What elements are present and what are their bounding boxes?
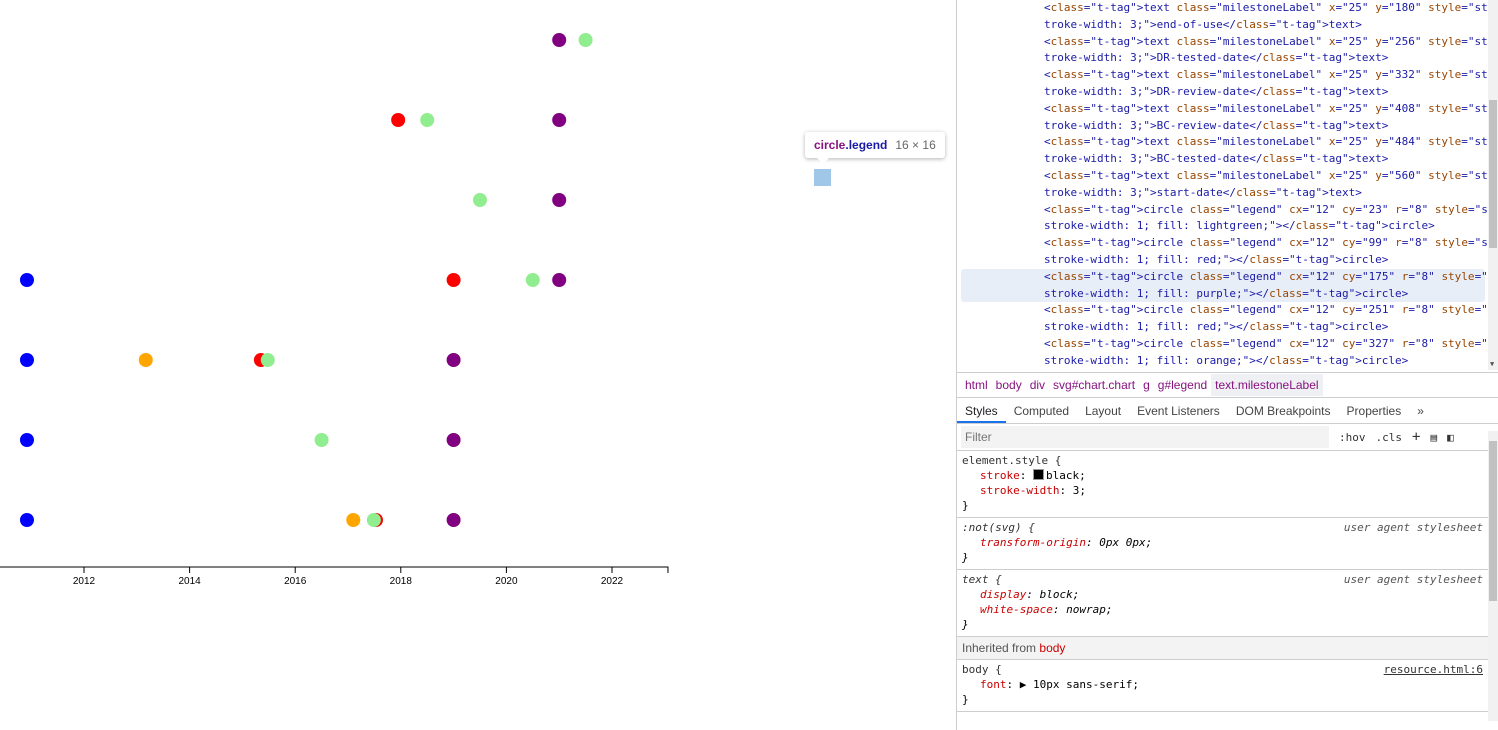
milestone-dot-blue[interactable] [19, 513, 34, 527]
styles-tabs: Styles Computed Layout Event Listeners DOM B… [957, 397, 1498, 424]
milestone-dot-lightgreen[interactable] [473, 193, 487, 207]
milestone-dot-red[interactable] [391, 113, 406, 127]
source-link[interactable]: resource.html:6 [1384, 662, 1483, 677]
milestone-dot-lightgreen[interactable] [420, 113, 435, 127]
x-axis: 2012 2014 2016 2018 2020 2022 [0, 566, 669, 587]
tooltip-size: 16 × 16 [895, 138, 936, 152]
css-rule: text {user agent stylesheet display: bloc… [957, 570, 1489, 637]
x-tick-label: 2014 [178, 576, 201, 587]
dom-node[interactable]: <class="t-tag">text class="milestoneLabe… [957, 168, 1489, 202]
new-rule-button[interactable]: + [1412, 429, 1420, 445]
css-property[interactable]: display: block; [962, 587, 1484, 602]
breadcrumb-item[interactable]: body [992, 374, 1026, 396]
inherited-header: Inherited from body [957, 637, 1489, 660]
milestone-dot-purple[interactable] [552, 113, 567, 127]
dom-node[interactable]: <class="t-tag">text class="milestoneLabe… [957, 101, 1489, 135]
elements-tree: <class="t-tag">text class="milestoneLabe… [957, 0, 1489, 370]
color-swatch-icon[interactable] [1033, 469, 1044, 480]
breadcrumb-item[interactable]: g#legend [1154, 374, 1211, 396]
rule-source: user agent stylesheet [1343, 573, 1483, 586]
chart-dots [19, 33, 593, 527]
milestone-dot-purple[interactable] [552, 193, 567, 207]
x-tick-label: 2012 [73, 576, 96, 587]
breadcrumb-item[interactable]: text.milestoneLabel [1211, 374, 1323, 396]
elements-scrollbar[interactable]: ▼ [1488, 0, 1498, 370]
breadcrumb-item[interactable]: html [961, 374, 992, 396]
computed-styles-icon[interactable]: ▤ [1430, 431, 1437, 444]
milestone-dot-purple[interactable] [446, 353, 461, 367]
hov-button[interactable]: :hov [1339, 431, 1366, 444]
body-rule: body { resource.html:6 font: ▶ 10px sans… [957, 660, 1489, 712]
page-viewport: 2012 2014 2016 2018 2020 2022 circle.legend 16… [0, 0, 956, 730]
breadcrumb-item[interactable]: div [1026, 374, 1049, 396]
breadcrumb-item[interactable]: g [1139, 374, 1154, 396]
dom-node[interactable]: <class="t-tag">circle class="legend" cx=… [957, 302, 1489, 336]
tab-computed[interactable]: Computed [1006, 398, 1077, 423]
tooltip-class: .legend [845, 138, 888, 152]
inspect-tooltip: circle.legend 16 × 16 [805, 132, 945, 164]
cls-button[interactable]: .cls [1376, 431, 1403, 444]
dom-node[interactable]: <class="t-tag">circle class="legend" cx=… [957, 336, 1489, 370]
styles-filter-input[interactable] [961, 426, 1329, 448]
x-tick-label: 2020 [495, 576, 518, 587]
devtools-panel: <class="t-tag">text class="milestoneLabe… [956, 0, 1498, 730]
dom-node[interactable]: <class="t-tag">text class="milestoneLabe… [957, 34, 1489, 68]
breadcrumb-item[interactable]: svg#chart.chart [1049, 374, 1139, 396]
tab-layout[interactable]: Layout [1077, 398, 1129, 423]
milestone-dot-purple[interactable] [446, 513, 461, 527]
milestone-dot-lightgreen[interactable] [578, 33, 593, 47]
milestone-dot-purple[interactable] [446, 433, 461, 447]
dom-node[interactable]: <class="t-tag">circle class="legend" cx=… [957, 235, 1489, 269]
tab-dom-breakpoints[interactable]: DOM Breakpoints [1228, 398, 1339, 423]
x-tick-label: 2018 [390, 576, 413, 587]
dom-node[interactable]: <class="t-tag">text class="milestoneLabe… [957, 67, 1489, 101]
dom-node[interactable]: <class="t-tag">text class="milestoneLabe… [957, 0, 1489, 34]
css-rule: element.style {stroke: black; stroke-widt… [957, 451, 1489, 518]
breadcrumb: html body div svg#chart.chart g g#legend text.… [957, 372, 1498, 397]
milestone-dot-orange[interactable] [346, 513, 361, 527]
milestone-dot-purple[interactable] [552, 273, 567, 287]
css-property[interactable]: stroke-width: 3; [962, 483, 1484, 498]
filter-bar: :hov .cls + ▤ ◧ [957, 424, 1489, 451]
styles-scrollbar[interactable] [1488, 431, 1498, 721]
tooltip-tag: circle [814, 138, 846, 152]
tab-properties[interactable]: Properties [1339, 398, 1410, 423]
tab-event-listeners[interactable]: Event Listeners [1129, 398, 1228, 423]
css-property[interactable]: stroke: black; [962, 468, 1484, 483]
css-property[interactable]: transform-origin: 0px 0px; [962, 535, 1484, 550]
milestone-dot-lightgreen[interactable] [366, 513, 381, 527]
styles-pane: element.style {stroke: black; stroke-widt… [957, 451, 1489, 730]
milestone-dot-blue[interactable] [19, 273, 34, 287]
milestone-chart: 2012 2014 2016 2018 2020 2022 [0, 33, 669, 587]
milestone-dot-purple[interactable] [552, 33, 567, 47]
x-tick-label: 2022 [601, 576, 624, 587]
dom-node[interactable]: <class="t-tag">circle class="legend" cx=… [957, 202, 1489, 236]
rule-source: user agent stylesheet [1343, 521, 1483, 534]
dom-node[interactable]: <class="t-tag">circle class="legend" cx=… [961, 268, 1489, 303]
milestone-dot-lightgreen[interactable] [525, 273, 540, 287]
toggle-sidebar-icon[interactable]: ◧ [1447, 431, 1454, 444]
milestone-dot-blue[interactable] [19, 353, 34, 367]
milestone-dot-lightgreen[interactable] [260, 353, 275, 367]
tab-styles[interactable]: Styles [957, 398, 1006, 423]
css-rule: :not(svg) {user agent stylesheet transfor… [957, 518, 1489, 570]
tab--[interactable]: » [1409, 398, 1432, 423]
x-tick-label: 2016 [284, 576, 307, 587]
inspect-highlight [814, 169, 831, 186]
x-axis-line [0, 566, 669, 573]
css-property[interactable]: white-space: nowrap; [962, 602, 1484, 617]
milestone-dot-red[interactable] [446, 273, 461, 287]
milestone-dot-blue[interactable] [19, 433, 34, 447]
milestone-dot-orange[interactable] [138, 353, 153, 367]
milestone-dot-lightgreen[interactable] [314, 433, 329, 447]
dom-node[interactable]: <class="t-tag">text class="milestoneLabe… [957, 134, 1489, 168]
